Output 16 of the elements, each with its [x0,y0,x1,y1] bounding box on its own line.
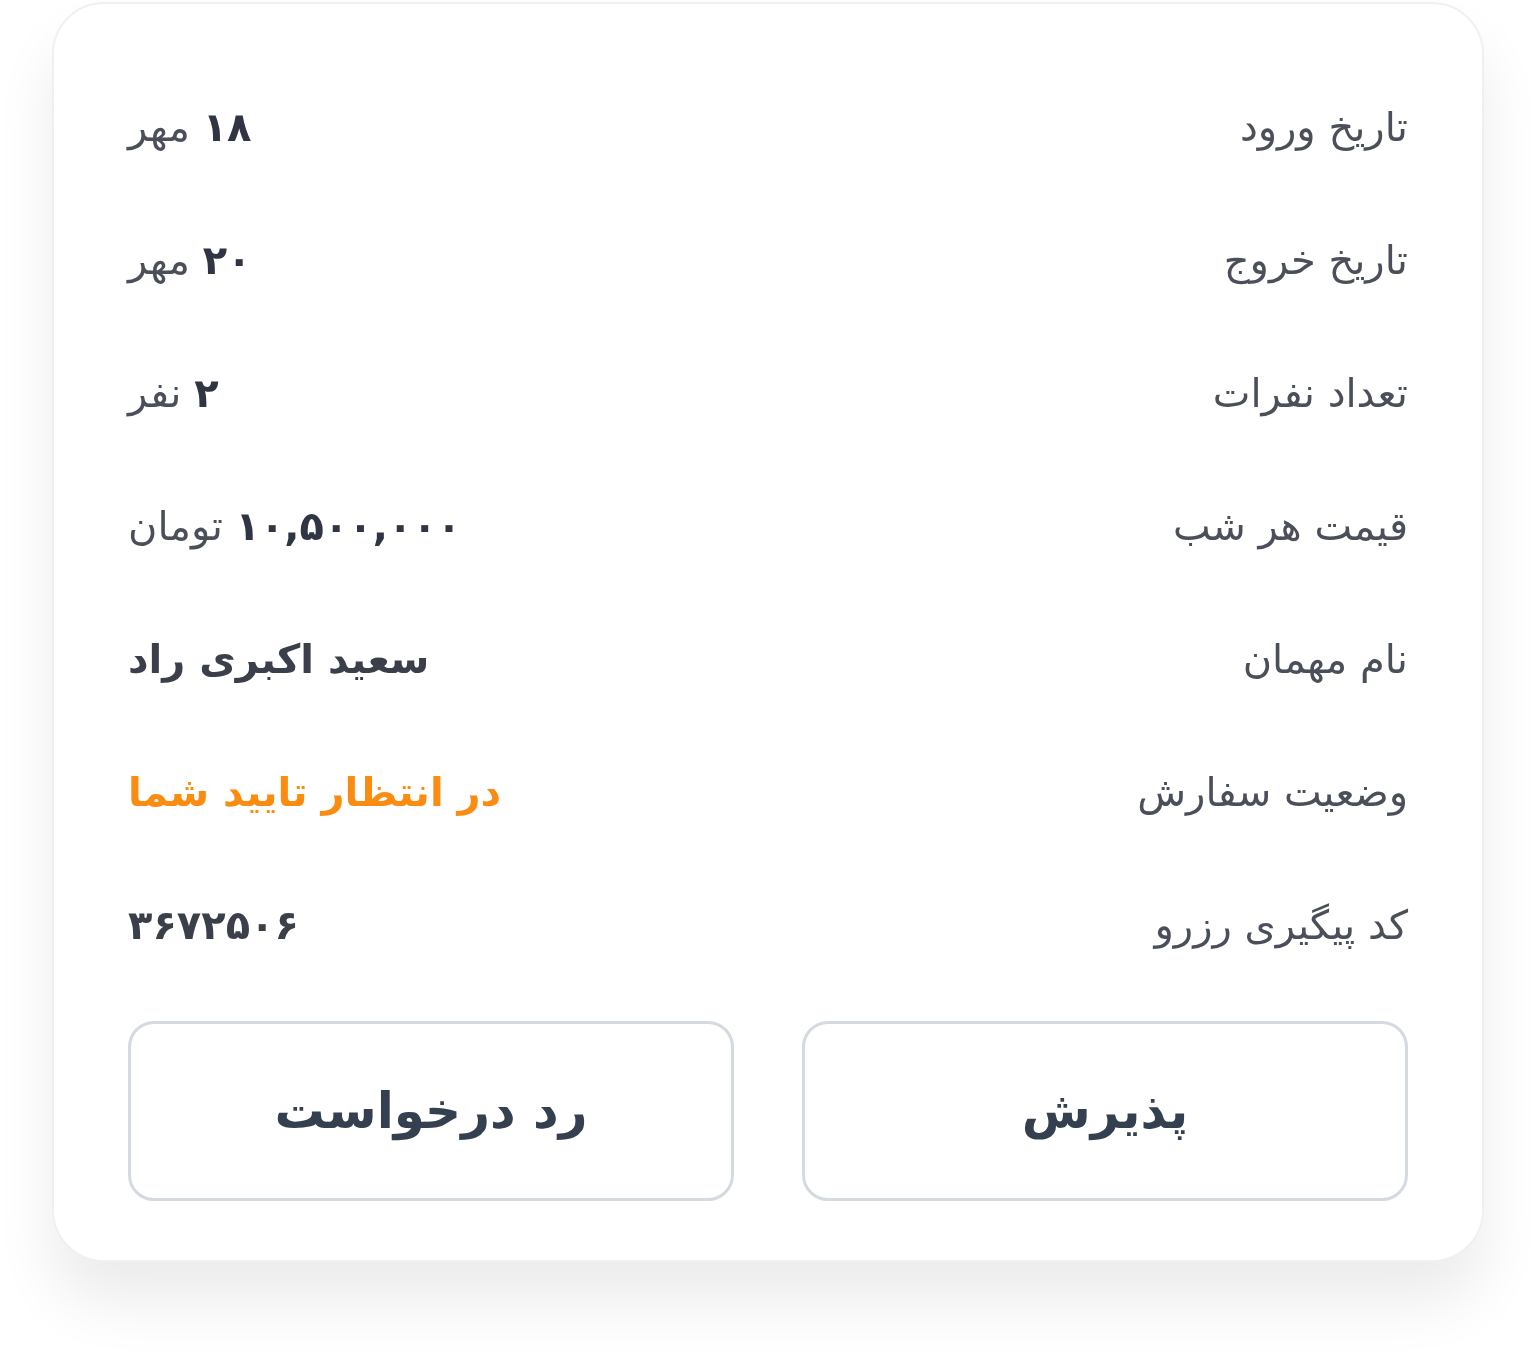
detail-label: کد پیگیری رزرو [1154,901,1408,948]
detail-value: ۳۶۷۲۵۰۶ [128,901,299,948]
accept-button[interactable]: پذیرش [802,1021,1408,1201]
detail-value: سعید اکبری راد [128,635,430,682]
detail-value: ۲ نفر [128,369,219,416]
detail-label: تاریخ ورود [1239,103,1408,150]
reject-button[interactable]: رد درخواست [128,1021,734,1201]
status-value: در انتظار تایید شما [128,768,502,815]
detail-value: ۱۰,۵۰۰,۰۰۰ تومان [128,502,462,549]
detail-value: ۲۰ مهر [128,236,252,283]
detail-value: ۱۸ مهر [128,103,252,150]
detail-label: نام مهمان [1242,635,1408,682]
detail-label: وضعیت سفارش [1137,768,1408,815]
detail-label: تعداد نفرات [1212,369,1408,416]
detail-label: تاریخ خروج [1223,236,1408,283]
detail-label: قیمت هر شب [1173,502,1408,549]
